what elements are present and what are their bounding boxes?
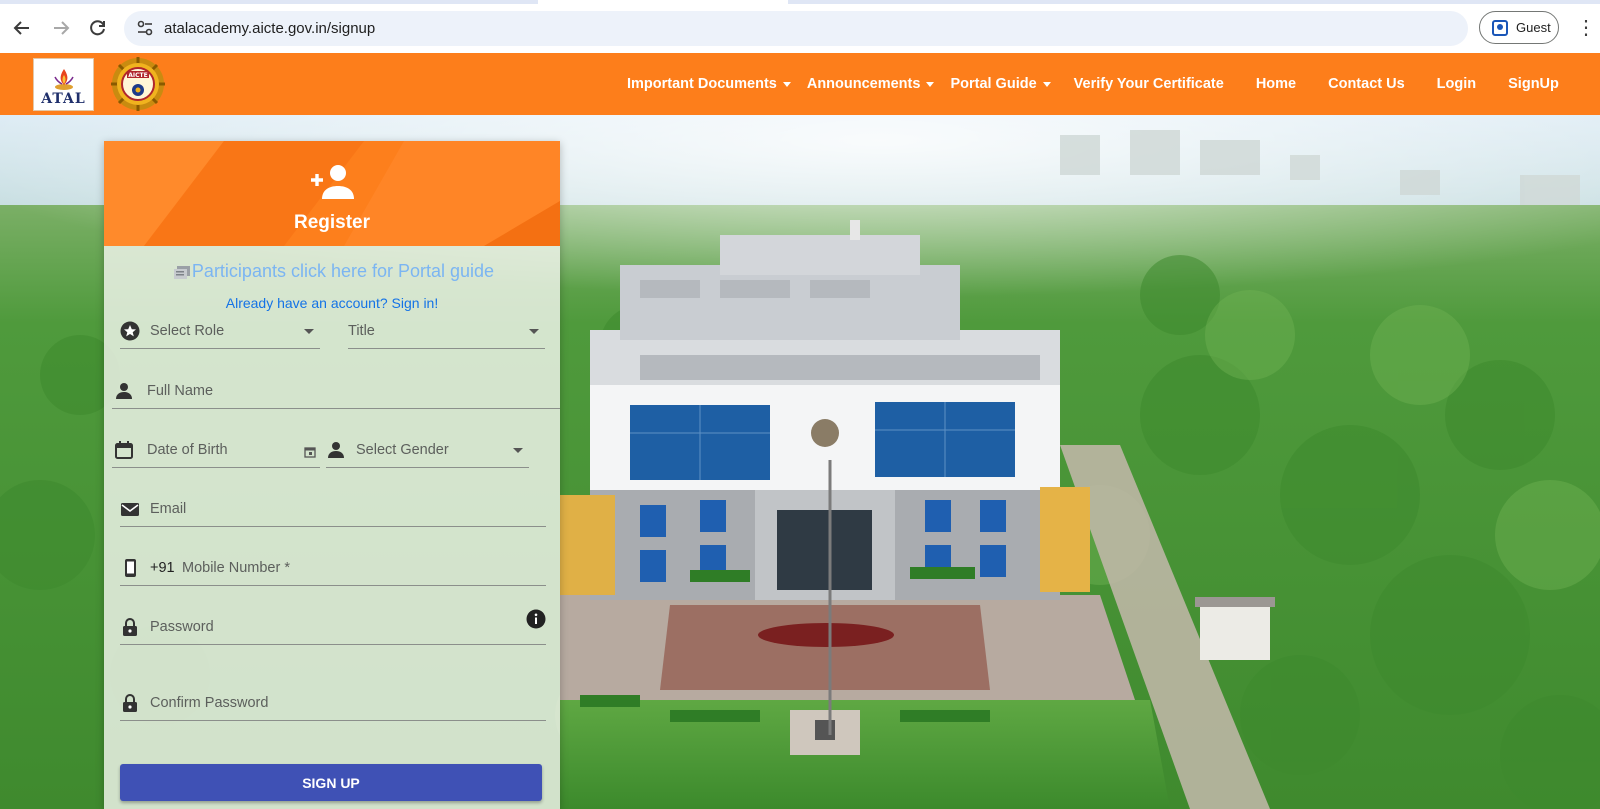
nav-portal-guide[interactable]: Portal Guide — [950, 76, 1051, 92]
register-card: Register Participants click here for Por… — [104, 141, 560, 809]
nav-important-documents[interactable]: Important Documents — [627, 76, 791, 92]
select-gender-dropdown[interactable]: Select Gender — [326, 435, 529, 468]
address-bar[interactable]: atalacademy.aicte.gov.in/signup — [124, 11, 1468, 46]
mail-icon — [121, 503, 139, 516]
atal-logo-text: ATAL — [41, 91, 86, 107]
email-label: Email — [150, 501, 187, 517]
calendar-icon — [115, 441, 133, 459]
register-card-header: Register — [104, 141, 560, 246]
reload-icon — [90, 20, 105, 36]
tab-strip — [0, 0, 1600, 4]
select-role-label: Select Role — [150, 323, 225, 339]
mobile-number-field[interactable]: +91 Mobile Number * — [120, 553, 546, 586]
confirm-password-field[interactable]: Confirm Password — [120, 688, 546, 721]
title-dropdown[interactable]: Title — [348, 316, 545, 349]
portal-guide-link-text: Participants click here for Portal guide — [191, 261, 495, 281]
confirm-password-label: Confirm Password — [150, 695, 269, 711]
signin-link[interactable]: Already have an account? Sign in! — [104, 295, 560, 311]
nav-label: Login — [1436, 76, 1477, 92]
smartphone-icon — [125, 559, 136, 577]
nav-contact-us[interactable]: Contact Us — [1328, 76, 1405, 92]
nav-label: Portal Guide — [950, 76, 1037, 92]
arrow-left-icon — [13, 21, 29, 35]
nav-login[interactable]: Login — [1437, 76, 1476, 92]
nav-label: Announcements — [806, 76, 921, 92]
nav-label: Home — [1255, 76, 1297, 92]
caret-down-icon — [513, 448, 523, 453]
nav-label: SignUp — [1508, 76, 1559, 92]
forward-button[interactable] — [47, 14, 75, 42]
profile-icon — [1492, 19, 1508, 36]
arrow-right-icon — [54, 21, 70, 35]
lock-icon — [123, 618, 137, 636]
portal-guide-link[interactable]: Participants click here for Portal guide — [164, 261, 504, 282]
nav-announcements[interactable]: Announcements — [807, 76, 935, 92]
guide-book-icon — [173, 266, 190, 280]
date-picker-icon[interactable] — [304, 446, 316, 458]
sign-up-button[interactable]: SIGN UP — [120, 764, 542, 801]
profile-button[interactable]: Guest — [1479, 11, 1559, 44]
back-button[interactable] — [8, 14, 36, 42]
full-name-label: Full Name — [147, 383, 214, 399]
add-user-icon — [311, 165, 354, 199]
country-code: +91 — [150, 560, 175, 576]
password-label: Password — [150, 619, 214, 635]
aicte-logo[interactable]: AICTE — [111, 57, 165, 111]
lamp-icon — [54, 69, 74, 90]
lock-icon — [123, 694, 137, 712]
site-settings-icon[interactable] — [136, 19, 154, 37]
caret-down-icon — [926, 81, 935, 87]
title-label: Title — [348, 323, 375, 339]
reload-button[interactable] — [84, 14, 112, 42]
select-role-dropdown[interactable]: Select Role — [120, 316, 320, 349]
person-icon — [116, 383, 132, 399]
nav-home[interactable]: Home — [1256, 76, 1296, 92]
caret-down-icon — [782, 81, 791, 87]
top-nav: Important Documents Announcements Portal… — [627, 53, 1559, 115]
full-name-field[interactable]: Full Name — [112, 376, 560, 409]
aicte-logo-text: AICTE — [128, 72, 147, 79]
active-tab[interactable] — [538, 0, 788, 4]
nav-label: Important Documents — [627, 76, 777, 92]
person-icon — [328, 442, 344, 458]
email-field[interactable]: Email — [120, 494, 546, 527]
caret-down-icon — [304, 329, 314, 334]
star-circle-icon — [120, 321, 140, 341]
atal-logo[interactable]: ATAL — [33, 58, 94, 111]
caret-down-icon — [529, 329, 539, 334]
profile-label: Guest — [1516, 20, 1551, 35]
nav-verify-certificate[interactable]: Verify Your Certificate — [1074, 76, 1224, 92]
caret-down-icon — [1042, 81, 1051, 87]
password-field[interactable]: Password — [120, 609, 546, 645]
url-text[interactable]: atalacademy.aicte.gov.in/signup — [164, 20, 375, 37]
browser-toolbar: atalacademy.aicte.gov.in/signup Guest ⋮ — [0, 0, 1600, 53]
mobile-number-label: Mobile Number * — [182, 560, 290, 576]
browser-menu-icon[interactable]: ⋮ — [1576, 14, 1596, 42]
info-icon[interactable] — [526, 609, 546, 629]
select-gender-label: Select Gender — [356, 442, 449, 458]
register-title: Register — [293, 212, 371, 233]
nav-label: Verify Your Certificate — [1073, 76, 1224, 92]
date-of-birth-field[interactable]: Date of Birth — [112, 435, 320, 468]
date-of-birth-label: Date of Birth — [147, 442, 228, 458]
site-header: ATAL AICTE Important Documents Announcem… — [0, 53, 1600, 115]
nav-label: Contact Us — [1328, 76, 1405, 92]
nav-signup[interactable]: SignUp — [1508, 76, 1559, 92]
